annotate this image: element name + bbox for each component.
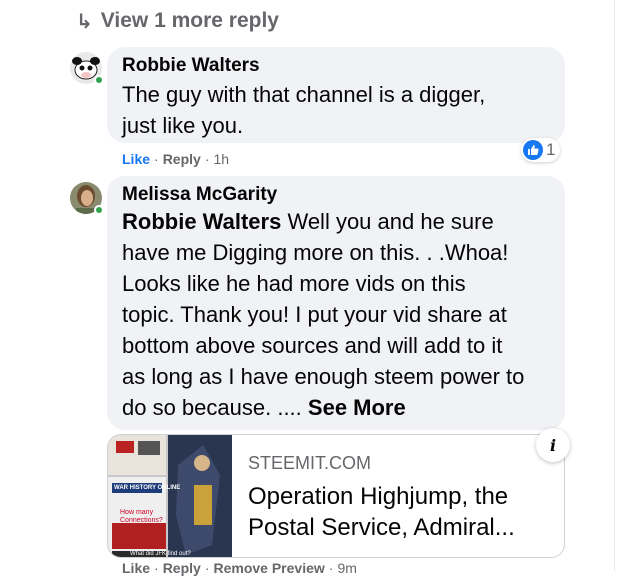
comment-text-line: Looks like he had more vids on this [122, 271, 466, 296]
comment-text-line: just like you. [122, 113, 244, 138]
like-button[interactable]: Like [122, 151, 150, 167]
online-status-dot [94, 75, 104, 85]
view-more-replies-link[interactable]: ↳ View 1 more reply [76, 6, 279, 36]
comment-timestamp[interactable]: 1h [213, 151, 229, 167]
info-icon[interactable]: i [536, 428, 570, 462]
reply-button[interactable]: Reply [163, 560, 201, 576]
link-title: Operation Highjump, the Postal Service, … [248, 481, 548, 543]
comment-text: Robbie Walters Well you and he sure have… [122, 206, 551, 423]
link-preview-thumbnail: WAR HISTORY ONLINE How many Connections?… [108, 435, 232, 557]
link-title-line: Postal Service, Admiral... [248, 514, 515, 541]
view-more-label: View 1 more reply [100, 9, 279, 32]
thumb-caption: Connections? [120, 517, 163, 524]
comment-text-line: Robbie Walters Well you and he sure [122, 206, 551, 237]
remove-preview-button[interactable]: Remove Preview [213, 560, 324, 576]
mention-link[interactable]: Robbie Walters [122, 209, 281, 234]
comment-text-line: The guy with that channel is a digger, [122, 82, 486, 107]
separator: · [204, 151, 210, 167]
thumbs-up-icon [523, 140, 543, 160]
like-button[interactable]: Like [122, 560, 150, 576]
comment-text-line: as long as I have enough steem power to [122, 364, 525, 389]
comment-actions: Like · Reply · Remove Preview · 9m [122, 560, 357, 576]
link-title-line: Operation Highjump, the [248, 483, 509, 510]
reply-button[interactable]: Reply [163, 151, 201, 167]
link-preview-card[interactable]: WAR HISTORY ONLINE How many Connections?… [107, 434, 565, 558]
thumb-caption: How many [120, 509, 154, 516]
comment-text-line: do so because. .... See More [122, 392, 551, 423]
panel-divider [614, 0, 615, 571]
thumb-caption: WAR HISTORY ONLINE [114, 485, 181, 491]
online-status-dot [94, 205, 104, 215]
separator: · [328, 560, 334, 576]
comment-author[interactable]: Robbie Walters [122, 55, 551, 77]
comment-text-line: Well you and he sure [287, 209, 494, 234]
link-source: STEEMIT.COM [248, 453, 372, 473]
comment-bubble: Robbie Walters The guy with that channel… [107, 47, 565, 143]
avatar-robbie-walters[interactable] [70, 52, 104, 85]
comment-bubble: Melissa McGarity Robbie Walters Well you… [107, 176, 565, 430]
separator: · [204, 560, 210, 576]
comment-text: The guy with that channel is a digger, j… [122, 79, 551, 141]
thumb-caption: What did JFK find out? [130, 551, 191, 557]
comment-text-line: do so because. .... [122, 395, 302, 420]
separator: · [154, 560, 159, 576]
reaction-count: 1 [546, 140, 556, 159]
avatar-melissa-mcgarity[interactable] [70, 182, 104, 215]
comment-actions: Like · Reply · 1h [122, 151, 229, 167]
separator: · [154, 151, 159, 167]
comment-timestamp[interactable]: 9m [337, 560, 356, 576]
comment-author[interactable]: Melissa McGarity [122, 184, 551, 206]
see-more-link[interactable]: See More [308, 395, 406, 420]
comment-text-line: have me Digging more on this. . .Whoa! [122, 240, 509, 265]
reply-arrow-icon: ↳ [76, 10, 93, 33]
comment-text-line: topic. Thank you! I put your vid share a… [122, 302, 507, 327]
comment-text-line: bottom above sources and will add to it [122, 333, 503, 358]
reaction-summary[interactable]: 1 [521, 138, 561, 162]
